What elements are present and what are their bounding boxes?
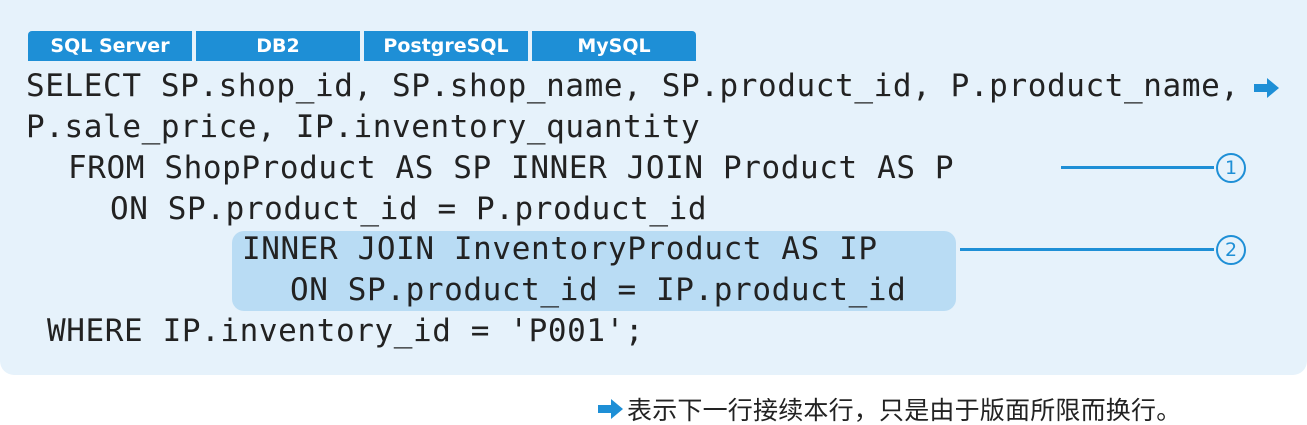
code-line-from: FROM ShopProduct AS SP INNER JOIN Produc… (68, 150, 955, 186)
callout-leader-2 (960, 248, 1214, 251)
tab-postgresql: PostgreSQL (364, 31, 528, 61)
callout-leader-1 (1061, 166, 1214, 169)
footnote-text: 表示下一行接续本行，只是由于版面所限而换行。 (627, 396, 1182, 425)
code-line-on-first: ON SP.product_id = P.product_id (110, 191, 708, 227)
right-arrow-icon (598, 399, 623, 419)
callout-number-1: 1 (1216, 153, 1246, 183)
tab-db2: DB2 (196, 31, 360, 61)
footnote: 表示下一行接续本行，只是由于版面所限而换行。 (598, 392, 1181, 425)
code-line-where: WHERE IP.inventory_id = 'P001'; (47, 313, 645, 349)
callout-number-2: 2 (1216, 235, 1246, 265)
code-panel: SQL Server DB2 PostgreSQL MySQL SELECT S… (0, 0, 1307, 375)
code-line-select: SELECT SP.shop_id, SP.shop_name, SP.prod… (26, 68, 1240, 104)
tab-sql-server: SQL Server (28, 31, 192, 61)
code-line-inner-join: INNER JOIN InventoryProduct AS IP (242, 231, 878, 267)
right-arrow-icon (1254, 78, 1279, 98)
code-line-on-second: ON SP.product_id = IP.product_id (290, 272, 907, 308)
dbms-tab-bar: SQL Server DB2 PostgreSQL MySQL (28, 31, 696, 61)
tab-mysql: MySQL (532, 31, 696, 61)
code-line-select-continued: P.sale_price, IP.inventory_quantity (26, 109, 701, 145)
